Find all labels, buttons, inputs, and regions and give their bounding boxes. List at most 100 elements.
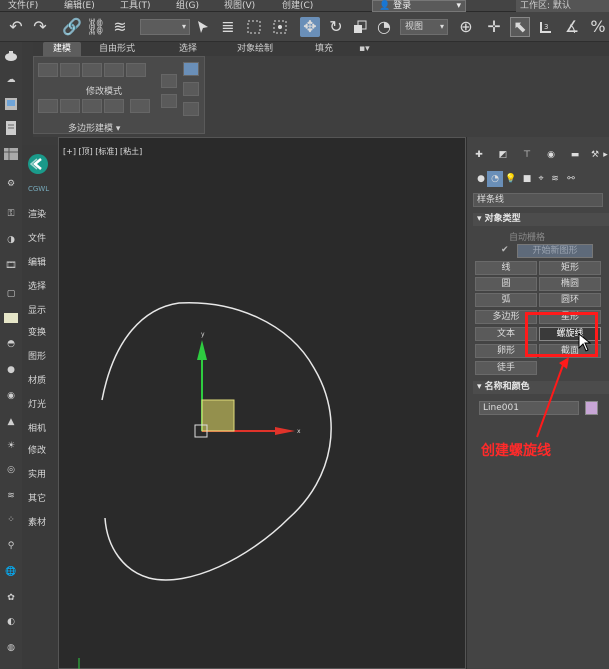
ribbon-tool-button[interactable]: [82, 99, 102, 113]
select-manipulate-icon[interactable]: ✛: [484, 17, 504, 37]
chevron-right-icon[interactable]: ▸: [601, 147, 609, 163]
tab-selection[interactable]: 选择: [179, 42, 197, 56]
ribbon-side-button[interactable]: [183, 62, 199, 76]
helper-icon[interactable]: ⚲: [3, 538, 19, 554]
target-icon[interactable]: ◎: [3, 462, 19, 478]
left-menu-transform[interactable]: 变换: [28, 325, 46, 338]
sphere-icon[interactable]: ●: [3, 362, 19, 378]
hdri-icon[interactable]: ◐: [3, 614, 19, 630]
globe-icon[interactable]: 🌐: [3, 564, 19, 580]
rectangular-selection-icon[interactable]: [244, 17, 264, 37]
ellipse-button[interactable]: 椭圆: [539, 277, 601, 291]
tab-object-paint[interactable]: 对象绘制: [237, 42, 273, 56]
left-menu-display[interactable]: 显示: [28, 303, 46, 316]
camera-settings-icon[interactable]: ⚙: [3, 176, 19, 192]
spacewarps-category-icon[interactable]: ≋: [547, 171, 563, 187]
menu-group[interactable]: 组(G): [176, 0, 199, 12]
left-menu-select[interactable]: 选择: [28, 279, 46, 292]
angle-snap-icon[interactable]: ∡: [562, 17, 582, 37]
object-type-rollout[interactable]: ▾ 对象类型: [473, 213, 609, 226]
scale-icon[interactable]: [350, 17, 370, 37]
left-menu-other[interactable]: 其它: [28, 491, 46, 504]
left-menu-camera[interactable]: 相机: [28, 421, 46, 434]
tab-modeling[interactable]: 建模: [43, 42, 82, 56]
tab-freeform[interactable]: 自由形式: [99, 42, 135, 56]
ribbon-tool-button[interactable]: [126, 63, 146, 77]
ribbon-tool-button[interactable]: [104, 99, 124, 113]
ribbon-tool-button[interactable]: [38, 63, 58, 77]
ribbon-tool-button[interactable]: [60, 63, 80, 77]
key-icon[interactable]: ⚿: [3, 206, 19, 222]
cloud-icon[interactable]: ☁: [3, 72, 19, 88]
rotate-icon[interactable]: ↻: [326, 17, 346, 37]
ribbon-tool-button[interactable]: [38, 99, 58, 113]
selection-set-icon[interactable]: ▢: [3, 286, 19, 302]
create-tab-icon[interactable]: ✚: [471, 147, 487, 163]
left-menu-material[interactable]: 材质: [28, 373, 46, 386]
unlink-icon[interactable]: ⛓: [86, 17, 106, 37]
login-dropdown[interactable]: 👤 登录 ▾: [372, 0, 466, 12]
gizmo-y-arrow-icon[interactable]: [197, 340, 207, 360]
left-menu-render[interactable]: 渲染: [28, 207, 46, 220]
left-menu-file[interactable]: 文件: [28, 231, 46, 244]
ribbon-tool-button[interactable]: [130, 99, 150, 113]
selection-filter-dropdown[interactable]: ▾: [140, 19, 190, 35]
shapes-category-icon[interactable]: ◔: [487, 171, 503, 187]
display-tab-icon[interactable]: ▬: [567, 147, 583, 163]
rectangle-button[interactable]: 矩形: [539, 261, 601, 275]
left-menu-shape[interactable]: 图形: [28, 349, 46, 362]
ribbon-side-button[interactable]: [183, 82, 199, 96]
arc-button[interactable]: 弧: [475, 293, 537, 307]
material-sphere-icon[interactable]: ◉: [3, 388, 19, 404]
line-button[interactable]: 线: [475, 261, 537, 275]
percent-snap-icon[interactable]: %: [588, 17, 608, 37]
bind-spacewarp-icon[interactable]: ≋: [110, 17, 130, 37]
ribbon-side-button[interactable]: [161, 74, 177, 88]
material-grid-icon[interactable]: [3, 146, 19, 162]
left-menu-modify[interactable]: 修改: [28, 443, 46, 456]
sun-icon[interactable]: ☀: [3, 438, 19, 454]
ball-icon[interactable]: ◍: [3, 640, 19, 656]
reference-coordinate-dropdown[interactable]: 视图 ▾: [400, 19, 448, 35]
cone-light-icon[interactable]: ▲: [3, 414, 19, 430]
wave-icon[interactable]: ≋: [3, 488, 19, 504]
document-icon[interactable]: [3, 120, 19, 136]
menu-view[interactable]: 视图(V): [224, 0, 255, 12]
ribbon-options-icon[interactable]: ▪▾: [359, 42, 370, 56]
move-icon[interactable]: ✥: [300, 17, 320, 37]
ribbon-tool-button[interactable]: [60, 99, 80, 113]
ribbon-side-button[interactable]: [161, 94, 177, 108]
ribbon-side-button[interactable]: [183, 102, 199, 116]
shape-category-dropdown[interactable]: 样条线: [473, 193, 603, 207]
spline-shape[interactable]: [101, 302, 332, 581]
half-circle-icon[interactable]: ◑: [3, 232, 19, 248]
redo-icon[interactable]: ↷: [30, 17, 50, 37]
undo-icon[interactable]: ↶: [6, 17, 26, 37]
keyboard-shortcut-override-icon[interactable]: ⬉: [510, 17, 530, 37]
select-object-icon[interactable]: [194, 17, 214, 37]
workspace-dropdown[interactable]: 工作区: 默认: [516, 0, 609, 12]
auto-grid-checkbox[interactable]: 自动栅格: [509, 230, 545, 243]
polygon-modeling-label[interactable]: 多边形建模 ▾: [68, 121, 120, 134]
ribbon-tool-button[interactable]: [82, 63, 102, 77]
tab-populate[interactable]: 填充: [315, 42, 333, 56]
menu-file[interactable]: 文件(F): [8, 0, 38, 12]
lights-category-icon[interactable]: 💡: [503, 171, 519, 187]
menu-edit[interactable]: 编辑(E): [64, 0, 95, 12]
left-menu-assets[interactable]: 素材: [28, 515, 46, 528]
left-menu-edit[interactable]: 编辑: [28, 255, 46, 268]
motion-tab-icon[interactable]: ◉: [543, 147, 559, 163]
film-icon[interactable]: 🎞: [3, 258, 19, 274]
start-new-shape-checkbox[interactable]: ✔: [501, 245, 509, 255]
menu-tools[interactable]: 工具(T): [120, 0, 151, 12]
left-menu-utility[interactable]: 实用: [28, 467, 46, 480]
window-crossing-icon[interactable]: [270, 17, 290, 37]
ribbon-tool-button[interactable]: [104, 63, 124, 77]
start-new-shape-button[interactable]: 开始新图形: [517, 244, 593, 258]
select-by-name-icon[interactable]: ≣: [218, 17, 238, 37]
menu-create[interactable]: 创建(C): [282, 0, 313, 12]
teapot-icon[interactable]: [3, 48, 19, 64]
left-menu-light[interactable]: 灯光: [28, 397, 46, 410]
viewport-top[interactable]: [+] [顶] [标准] [粘土] y x: [58, 137, 466, 669]
object-color-swatch[interactable]: [585, 401, 598, 415]
